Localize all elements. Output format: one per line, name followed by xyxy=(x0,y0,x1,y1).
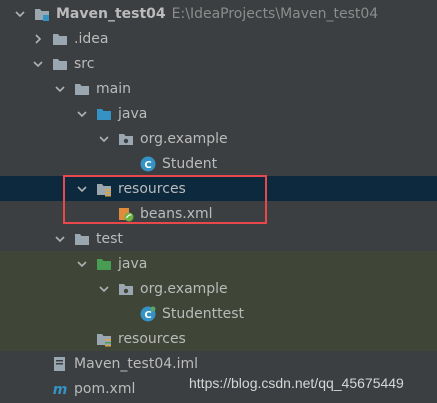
tree-row-resources-main[interactable]: resources xyxy=(0,176,437,201)
chevron-down-icon[interactable] xyxy=(74,181,90,197)
project-tree: Maven_test04 E:\IdeaProjects\Maven_test0… xyxy=(0,0,437,403)
svg-text:m: m xyxy=(53,382,68,397)
resources-main-label: resources xyxy=(118,180,186,197)
tree-row-test[interactable]: test xyxy=(0,226,437,251)
project-path: E:\IdeaProjects\Maven_test04 xyxy=(171,5,379,22)
beans-xml-label: beans.xml xyxy=(140,205,213,222)
folder-icon xyxy=(52,31,68,47)
tree-row-student[interactable]: C Student xyxy=(0,151,437,176)
chevron-down-icon[interactable] xyxy=(30,56,46,72)
tree-row-java-main[interactable]: java xyxy=(0,101,437,126)
chevron-down-icon[interactable] xyxy=(96,131,112,147)
iml-file-label: Maven_test04.iml xyxy=(74,355,198,372)
folder-icon xyxy=(52,56,68,72)
source-folder-icon xyxy=(96,106,112,122)
package-icon xyxy=(118,131,134,147)
spring-xml-icon xyxy=(118,206,134,222)
main-folder-label: main xyxy=(96,80,131,97)
tree-row-main[interactable]: main xyxy=(0,76,437,101)
tree-row-project-root[interactable]: Maven_test04 E:\IdeaProjects\Maven_test0… xyxy=(0,1,437,26)
chevron-down-icon[interactable] xyxy=(12,6,28,22)
tree-row-java-test[interactable]: java xyxy=(0,251,437,276)
java-test-label: java xyxy=(118,255,148,272)
tree-row-iml[interactable]: Maven_test04.iml xyxy=(0,351,437,376)
idea-folder-label: .idea xyxy=(74,30,109,47)
java-main-label: java xyxy=(118,105,148,122)
resources-test-label: resources xyxy=(118,330,186,347)
tree-row-org-example-test[interactable]: org.example xyxy=(0,276,437,301)
module-file-icon xyxy=(52,356,68,372)
chevron-down-icon[interactable] xyxy=(74,106,90,122)
test-resources-folder-icon xyxy=(96,331,112,347)
test-source-folder-icon xyxy=(96,256,112,272)
test-class-icon: C xyxy=(140,306,156,322)
folder-icon xyxy=(74,231,90,247)
chevron-down-icon[interactable] xyxy=(52,231,68,247)
studenttest-class-label: Studenttest xyxy=(162,305,244,322)
tree-row-idea[interactable]: .idea xyxy=(0,26,437,51)
folder-icon xyxy=(74,81,90,97)
module-folder-icon xyxy=(34,6,50,22)
watermark: https://blog.csdn.net/qq_45675449 xyxy=(189,375,404,391)
maven-icon: m xyxy=(52,381,68,397)
package-main-label: org.example xyxy=(140,130,228,147)
resources-folder-icon xyxy=(96,181,112,197)
chevron-down-icon[interactable] xyxy=(74,256,90,272)
chevron-down-icon[interactable] xyxy=(96,281,112,297)
svg-text:C: C xyxy=(144,310,151,321)
package-icon xyxy=(118,281,134,297)
tree-row-src[interactable]: src xyxy=(0,51,437,76)
class-icon: C xyxy=(140,156,156,172)
tree-row-studenttest[interactable]: C Studenttest xyxy=(0,301,437,326)
project-name: Maven_test04 xyxy=(56,5,166,22)
chevron-right-icon[interactable] xyxy=(30,31,46,47)
tree-row-org-example-main[interactable]: org.example xyxy=(0,126,437,151)
svg-text:C: C xyxy=(144,160,151,171)
tree-row-beans-xml[interactable]: beans.xml xyxy=(0,201,437,226)
test-folder-label: test xyxy=(96,230,123,247)
chevron-down-icon[interactable] xyxy=(52,81,68,97)
package-test-label: org.example xyxy=(140,280,228,297)
pom-file-label: pom.xml xyxy=(74,380,136,397)
src-folder-label: src xyxy=(74,55,95,72)
student-class-label: Student xyxy=(162,155,218,172)
tree-row-resources-test[interactable]: resources xyxy=(0,326,437,351)
